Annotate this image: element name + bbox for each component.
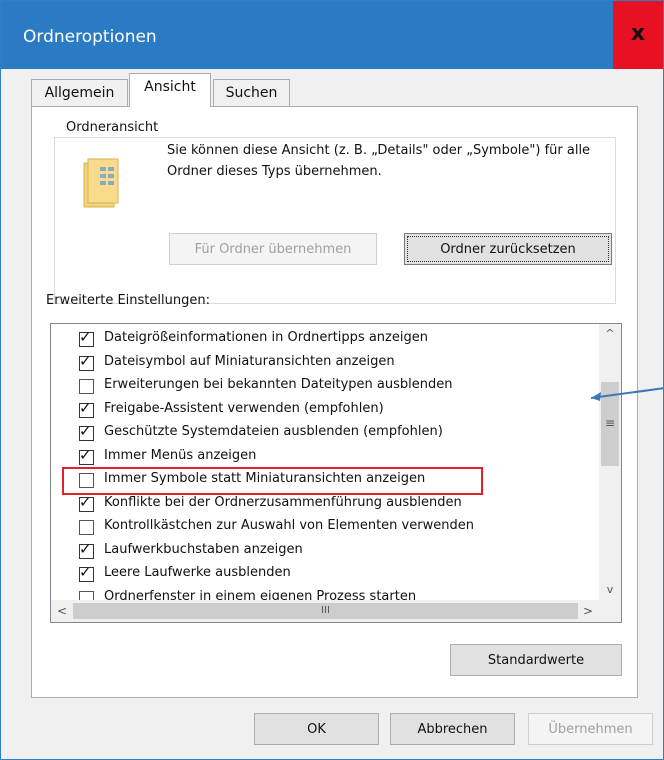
scroll-down-button[interactable]: v <box>599 580 621 600</box>
setting-checkbox[interactable]: ✓ <box>79 352 94 371</box>
vertical-scrollbar[interactable]: ^ ≡ v <box>599 324 621 600</box>
tab-allgemein[interactable]: Allgemein <box>31 79 128 106</box>
setting-checkbox[interactable]: ✓ <box>79 446 94 465</box>
check-icon: ✓ <box>79 422 92 440</box>
advanced-settings-label: Erweiterte Einstellungen: <box>46 293 210 308</box>
advanced-settings-list[interactable]: ✓ Dateigrößeinformationen in Ordnertipps … <box>50 323 622 623</box>
setting-checkbox[interactable]: ✓ <box>79 422 94 441</box>
horizontal-scrollbar[interactable]: < III > <box>51 600 599 622</box>
folder-icon <box>83 158 119 208</box>
annotation-arrow <box>591 387 664 401</box>
check-icon: ✓ <box>79 445 92 464</box>
apply-to-folders-button[interactable]: Für Ordner übernehmen <box>169 233 377 265</box>
list-item[interactable]: ✓ Freigabe-Assistent verwenden (empfohlen… <box>79 399 579 422</box>
check-icon: ✓ <box>79 563 92 581</box>
setting-label: Freigabe-Assistent verwenden (empfohlen) <box>104 400 384 416</box>
setting-label: Erweiterungen bei bekannten Dateitypen a… <box>104 377 453 392</box>
scrollbar-corner <box>599 600 621 622</box>
list-item[interactable]: ✓ Dateigrößeinformationen in Ordnertipps … <box>79 328 579 351</box>
tab-panel-ansicht: Ordneransicht Sie können diese Ansicht (… <box>31 106 638 698</box>
check-icon: ✓ <box>79 492 92 511</box>
scroll-up-button[interactable]: ^ <box>599 324 621 344</box>
folder-view-description: Sie können diese Ansicht (z. B. „Details… <box>167 143 591 179</box>
folder-options-dialog: Ordneroptionen x Allgemein Ansicht Suche… <box>0 0 664 760</box>
ok-button[interactable]: OK <box>254 713 379 745</box>
check-icon: ✓ <box>79 539 92 558</box>
scroll-right-button[interactable]: > <box>577 600 599 622</box>
setting-checkbox[interactable]: ✓ <box>79 328 94 347</box>
title-bar: Ordneroptionen x <box>1 1 663 69</box>
setting-label: Geschützte Systemdateien ausblenden (emp… <box>104 424 443 439</box>
check-icon: ✓ <box>79 328 92 346</box>
setting-label: Dateisymbol auf Miniaturansichten anzeig… <box>104 353 395 369</box>
tab-ansicht[interactable]: Ansicht <box>129 73 211 107</box>
setting-label: Immer Menüs anzeigen <box>104 447 257 463</box>
setting-label: Leere Laufwerke ausblenden <box>104 565 291 580</box>
setting-checkbox[interactable]: ✓ <box>79 563 94 582</box>
window-title: Ordneroptionen <box>23 27 157 47</box>
tab-suchen[interactable]: Suchen <box>213 79 290 106</box>
list-item[interactable]: ✓ Immer Menüs anzeigen <box>79 446 579 469</box>
list-item[interactable]: ✓ Dateisymbol auf Miniaturansichten anzei… <box>79 352 579 375</box>
highlight-box <box>62 467 483 495</box>
setting-label: Kontrollkästchen zur Auswahl von Element… <box>104 518 474 533</box>
setting-checkbox[interactable] <box>79 520 94 535</box>
list-item[interactable]: ✓ Laufwerkbuchstaben anzeigen <box>79 540 579 563</box>
list-item[interactable]: ✓ Konflikte bei der Ordnerzusammenführung… <box>79 493 579 516</box>
setting-checkbox[interactable]: ✓ <box>79 540 94 559</box>
list-item[interactable]: Kontrollkästchen zur Auswahl von Element… <box>79 517 579 539</box>
setting-checkbox[interactable]: ✓ <box>79 493 94 512</box>
close-button[interactable]: x <box>613 1 663 69</box>
reset-folders-button[interactable]: Ordner zurücksetzen <box>404 233 612 265</box>
setting-checkbox[interactable] <box>79 379 94 394</box>
apply-button[interactable]: Übernehmen <box>528 713 653 745</box>
folder-view-title: Ordneransicht <box>64 120 161 135</box>
restore-defaults-button[interactable]: Standardwerte <box>450 644 622 676</box>
horizontal-scroll-thumb[interactable]: III <box>73 603 578 619</box>
check-icon: ✓ <box>79 398 92 417</box>
setting-checkbox[interactable]: ✓ <box>79 399 94 418</box>
scroll-left-button[interactable]: < <box>51 600 73 622</box>
cancel-button[interactable]: Abbrechen <box>390 713 515 745</box>
setting-label: Laufwerkbuchstaben anzeigen <box>104 541 303 557</box>
setting-label: Konflikte bei der Ordnerzusammenführung … <box>104 494 462 510</box>
vertical-grip-icon: ≡ <box>605 416 616 430</box>
list-item[interactable]: Erweiterungen bei bekannten Dateitypen a… <box>79 376 579 398</box>
list-item[interactable]: ✓ Leere Laufwerke ausblenden <box>79 563 579 586</box>
setting-label: Dateigrößeinformationen in Ordnertipps a… <box>104 330 428 345</box>
check-icon: ✓ <box>79 351 92 370</box>
list-item[interactable]: ✓ Geschützte Systemdateien ausblenden (em… <box>79 422 579 445</box>
